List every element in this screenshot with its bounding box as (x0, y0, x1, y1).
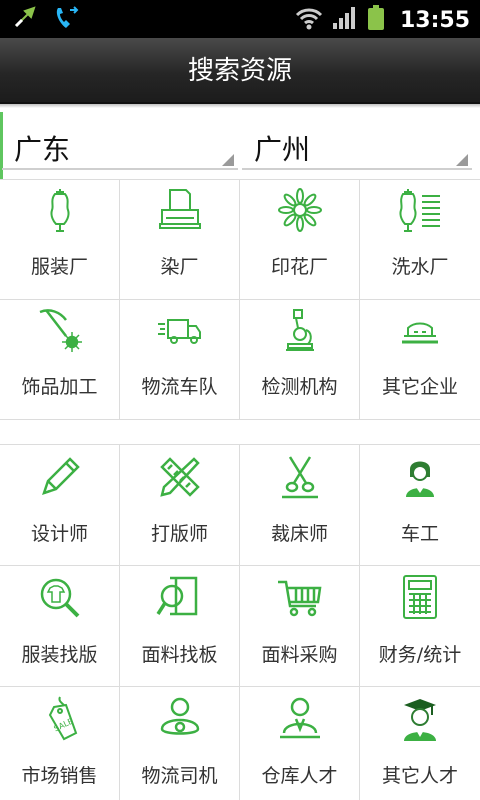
grid-item-label: 染厂 (160, 256, 199, 278)
grid-item-label: 财务/统计 (378, 644, 462, 666)
dropdown-corner-icon (456, 154, 468, 166)
grid-item-designer[interactable]: 设计师 (0, 445, 120, 566)
city-selector[interactable]: 广州 (242, 120, 472, 170)
dress-form-lines-icon (396, 186, 444, 234)
pencil-icon (36, 453, 84, 501)
grid-item-label: 打版师 (150, 523, 208, 545)
grid-item-finance-statistics[interactable]: 财务/统计 (360, 566, 480, 687)
driver-icon (156, 695, 204, 743)
grid-item-label: 物流车队 (141, 376, 218, 398)
grid-item-sewer[interactable]: 车工 (360, 445, 480, 566)
worker-icon (396, 453, 444, 501)
grid-item-marketing-sales[interactable]: SALE 市场销售 (0, 687, 120, 800)
province-value: 广东 (14, 133, 71, 166)
pickaxe-icon (36, 306, 84, 354)
grid-item-fabric-purchase[interactable]: 面料采购 (240, 566, 360, 687)
scissors-icon (276, 453, 324, 501)
grid-item-logistics-driver[interactable]: 物流司机 (120, 687, 240, 800)
title-bar: 搜索资源 (0, 38, 480, 104)
svg-text:SALE: SALE (52, 717, 74, 734)
usb-icon (12, 4, 40, 36)
grid-item-cutter[interactable]: 裁床师 (240, 445, 360, 566)
grid-item-label: 印花厂 (270, 256, 328, 278)
cart-icon (276, 574, 324, 622)
page-title: 搜索资源 (187, 56, 292, 86)
grid-item-print-factory[interactable]: 印花厂 (240, 180, 360, 300)
microscope-icon (276, 306, 324, 354)
grid-item-label: 市场销售 (21, 765, 98, 787)
grid-item-testing-agency[interactable]: 检测机构 (240, 300, 360, 420)
grid-item-garment-sample-search[interactable]: 服装找版 (0, 566, 120, 687)
province-selector[interactable]: 广东 (2, 120, 238, 170)
printer-icon (156, 186, 204, 234)
grid-item-other-enterprise[interactable]: 其它企业 (360, 300, 480, 420)
grid-item-warehouse-talent[interactable]: 仓库人才 (240, 687, 360, 800)
grid-item-fabric-sample-search[interactable]: 面料找板 (120, 566, 240, 687)
graduate-icon (396, 695, 444, 743)
dropdown-corner-icon (222, 154, 234, 166)
grid-item-label: 车工 (400, 523, 439, 545)
grid-item-label: 服装找版 (21, 644, 98, 666)
grid-item-label: 裁床师 (270, 523, 328, 545)
grid-item-label: 检测机构 (261, 376, 338, 398)
enterprise-grid: 服装厂 染厂 印花厂 洗水厂 饰品加工 物流车队 检测机构 其它企业 (0, 179, 480, 420)
dress-form-icon (36, 186, 84, 234)
building-icon (396, 306, 444, 354)
grid-item-other-talent[interactable]: 其它人才 (360, 687, 480, 800)
status-bar: 13:55 (0, 0, 480, 38)
grid-item-wash-factory[interactable]: 洗水厂 (360, 180, 480, 300)
ruler-pencil-icon (156, 453, 204, 501)
grid-item-label: 饰品加工 (21, 376, 98, 398)
grid-item-label: 面料找板 (141, 644, 218, 666)
calculator-icon (396, 574, 444, 622)
grid-item-accessory-processing[interactable]: 饰品加工 (0, 300, 120, 420)
title-shadow (0, 104, 480, 108)
grid-item-garment-factory[interactable]: 服装厂 (0, 180, 120, 300)
grid-item-label: 面料采购 (261, 644, 338, 666)
clock: 13:55 (399, 7, 470, 33)
shirt-search-icon (36, 574, 84, 622)
fabric-search-icon (156, 574, 204, 622)
flower-icon (276, 186, 324, 234)
city-value: 广州 (254, 133, 311, 166)
grid-item-label: 洗水厂 (391, 256, 449, 278)
sale-tag-icon: SALE (36, 695, 84, 743)
grid-item-label: 其它企业 (381, 376, 458, 398)
grid-item-label: 其它人才 (381, 765, 458, 787)
signal-icon (332, 5, 358, 35)
grid-item-label: 服装厂 (30, 256, 88, 278)
grid-item-label: 设计师 (30, 523, 88, 545)
grid-item-label: 仓库人才 (261, 765, 338, 787)
grid-item-logistics-fleet[interactable]: 物流车队 (120, 300, 240, 420)
grid-item-label: 物流司机 (141, 765, 218, 787)
grid-item-pattern-maker[interactable]: 打版师 (120, 445, 240, 566)
grid-item-dye-factory[interactable]: 染厂 (120, 180, 240, 300)
warehouse-person-icon (276, 695, 324, 743)
section-divider (0, 420, 480, 444)
battery-icon (366, 4, 386, 36)
truck-icon (156, 306, 204, 354)
wifi-icon (294, 5, 324, 35)
talent-grid: 设计师 打版师 裁床师 车工 服装找版 面料找板 面料采购 财务/统计 SALE… (0, 444, 480, 800)
phone-forward-icon (52, 4, 80, 36)
